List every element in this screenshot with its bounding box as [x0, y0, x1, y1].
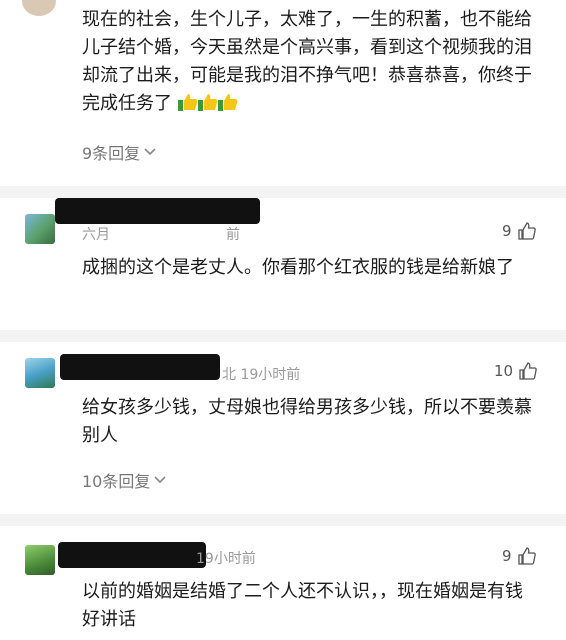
- comment-text-content: 成捆的这个是老丈人。你看那个红衣服的钱是给新娘了: [82, 257, 514, 278]
- thumbs-up-icon: [517, 547, 536, 565]
- section-divider: [0, 330, 566, 342]
- thumbs-up-icon: [177, 94, 198, 111]
- like-button[interactable]: 10: [494, 362, 537, 380]
- avatar[interactable]: [25, 358, 55, 388]
- redaction-block: [60, 354, 220, 380]
- timestamp: 19小时前: [196, 548, 256, 568]
- comment-text: 成捆的这个是老丈人。你看那个红衣服的钱是给新娘了: [82, 254, 532, 282]
- section-divider: [0, 514, 566, 526]
- comment-text: 现在的社会，生个儿子，太难了，一生的积蓄，也不能给儿子结个婚，今天虽然是个高兴事…: [82, 6, 532, 118]
- comment-meta: 六月: [82, 224, 110, 244]
- chevron-down-icon: [144, 148, 156, 156]
- like-count: 9: [502, 222, 512, 240]
- replies-label: 9条回复: [82, 144, 141, 163]
- emoji-group: [177, 93, 238, 114]
- thumbs-up-icon: [217, 94, 238, 111]
- like-button[interactable]: 9: [502, 222, 536, 240]
- redaction-block: [55, 198, 260, 224]
- timestamp: 北 19小时前: [222, 364, 300, 384]
- avatar[interactable]: [25, 214, 55, 244]
- like-count: 10: [494, 362, 514, 380]
- comment-text-content: 现在的社会，生个儿子，太难了，一生的积蓄，也不能给儿子结个婚，今天虽然是个高兴事…: [82, 9, 532, 114]
- avatar[interactable]: [25, 545, 55, 575]
- like-button[interactable]: 9: [502, 547, 536, 565]
- comment-text: 以前的婚姻是结婚了二个人还不认识，，现在婚姻是有钱好讲话: [82, 578, 532, 634]
- timestamp-text: 19小时前: [196, 551, 256, 567]
- replies-label: 10条回复: [82, 472, 151, 491]
- redaction-block: [58, 542, 206, 568]
- like-count: 9: [502, 547, 512, 565]
- section-divider: [0, 186, 566, 198]
- comment-text: 给女孩多少钱，丈母娘也得给男孩多少钱，所以不要羡慕别人: [82, 394, 532, 450]
- chevron-down-icon: [154, 476, 166, 484]
- timestamp-text: 北 19小时前: [222, 367, 301, 383]
- view-replies-button[interactable]: 9条回复: [82, 140, 156, 164]
- timestamp: 前: [226, 224, 240, 244]
- avatar[interactable]: [22, 0, 56, 16]
- thumbs-up-icon: [517, 222, 536, 240]
- thumbs-up-icon: [519, 362, 537, 380]
- comment-text-content: 给女孩多少钱，丈母娘也得给男孩多少钱，所以不要羡慕别人: [82, 397, 532, 446]
- thumbs-up-icon: [197, 94, 218, 111]
- timestamp-text: 前: [226, 227, 240, 243]
- comment-text-content: 以前的婚姻是结婚了二个人还不认识，，现在婚姻是有钱好讲话: [82, 581, 523, 630]
- username[interactable]: 六月: [82, 227, 110, 243]
- view-replies-button[interactable]: 10条回复: [82, 468, 166, 492]
